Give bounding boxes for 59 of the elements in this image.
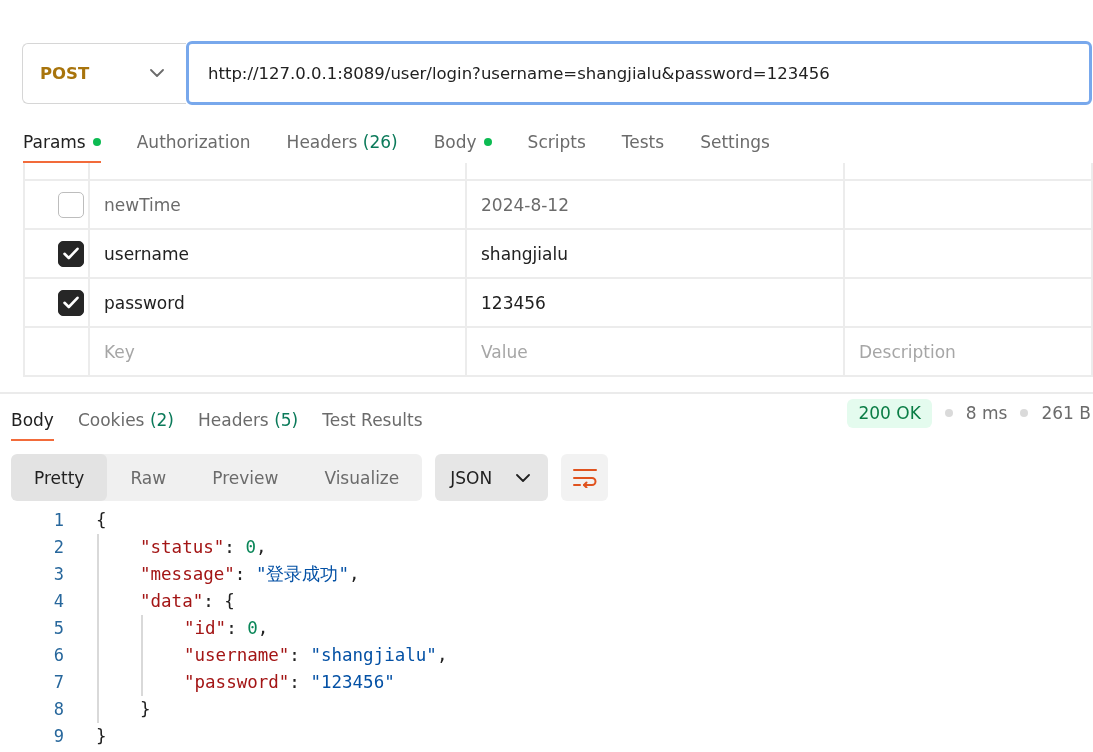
param-name-cell[interactable]: newTime [90,181,467,228]
view-mode-option[interactable]: Visualize [301,454,423,501]
code-line: "id": 0, [184,617,269,640]
description-input-field[interactable]: Description [845,328,1093,375]
checkbox[interactable] [58,289,84,316]
value-input-field[interactable]: Value [467,328,845,375]
line-number: 9 [53,725,64,748]
code-line: "status": 0, [140,536,267,559]
line-number: 4 [53,590,64,613]
request-tab[interactable]: Scripts [527,120,586,163]
check-icon [63,247,79,260]
code-line: "username": "shangjialu", [184,644,448,667]
code-line: "data": { [140,590,235,613]
method-select[interactable]: POST [22,42,186,104]
wrap-button[interactable] [561,454,609,501]
line-number: 3 [53,563,64,586]
param-content-cell[interactable]: 123456 [467,279,845,326]
url-field[interactable]: http://127.0.0.1:8089/user/login?username=shangjialu&password=123456 [186,41,1092,105]
request-tab[interactable]: Params [23,120,101,163]
view-mode-option[interactable]: Raw [107,454,190,501]
request-tab[interactable]: Tests [621,120,665,163]
code-line: "message": "登录成功", [140,563,360,586]
line-number: 2 [53,536,64,559]
key-input-field[interactable]: Key [90,328,467,375]
line-number: 1 [53,509,64,532]
response-tab[interactable]: Body [11,399,54,441]
text-wrap-icon [572,467,597,488]
response-tab[interactable]: Headers (5) [197,399,299,441]
line-number: 5 [53,617,64,640]
response-tab[interactable]: Test Results [322,399,423,441]
request-tab[interactable]: Settings [700,120,770,163]
code-line: } [96,725,107,748]
checkbox[interactable] [58,191,84,218]
status-badge: 200 OK [847,398,932,428]
response-tab[interactable]: Cookies (2) [77,399,174,441]
param-name-cell[interactable]: username [90,230,467,277]
view-mode-option[interactable]: Preview [189,454,302,501]
line-number: 7 [53,671,64,694]
line-number: 6 [53,644,64,667]
check-icon [63,296,79,309]
line-number: 8 [53,698,64,721]
response-size: 261 B [1041,403,1091,423]
code-line: } [140,698,151,721]
format-select[interactable]: JSON [435,454,549,501]
code-line: { [96,509,107,532]
param-name-cell[interactable]: password [90,279,467,326]
request-tab[interactable]: Headers (26) [286,120,398,163]
code-line: "password": "123456" [184,671,395,694]
response-time: 8 ms [965,403,1008,423]
dot-icon [944,409,953,417]
chevron-down-icon [516,473,531,482]
request-tab[interactable]: Authorization [136,120,251,163]
dot-icon [1020,409,1029,417]
param-content-cell[interactable]: shangjialu [467,230,845,277]
view-mode-option[interactable]: Pretty [11,454,108,501]
checkbox[interactable] [58,240,84,267]
param-content-cell[interactable]: 2024-8-12 [467,181,845,228]
request-tab[interactable]: Body [433,120,492,163]
chevron-down-icon [150,69,164,77]
